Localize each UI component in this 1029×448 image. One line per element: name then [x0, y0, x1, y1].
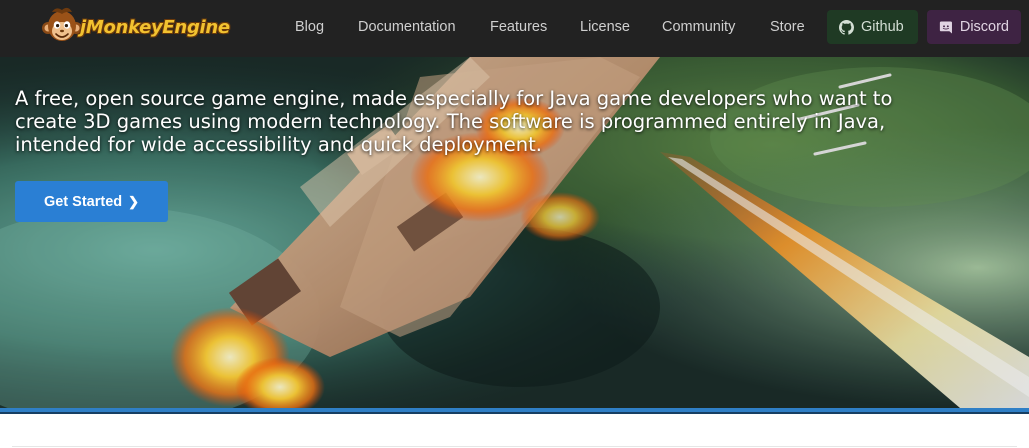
- discord-button[interactable]: Discord: [927, 10, 1021, 44]
- nav-link-license[interactable]: License: [580, 0, 630, 57]
- github-button[interactable]: Github: [827, 10, 918, 44]
- hero-banner: A free, open source game engine, made es…: [0, 57, 1029, 408]
- github-icon: [839, 19, 854, 35]
- discord-icon: [939, 20, 952, 34]
- chevron-right-icon: ❯: [128, 193, 140, 209]
- get-started-label: Get Started: [43, 193, 123, 210]
- nav-link-community[interactable]: Community: [662, 0, 735, 57]
- content-divider: [12, 446, 1017, 447]
- content-area: [0, 414, 1029, 448]
- nav-link-documentation[interactable]: Documentation: [358, 0, 456, 57]
- hero-tagline: A free, open source game engine, made es…: [15, 87, 893, 156]
- monkey-logo-icon: [42, 7, 82, 41]
- get-started-button[interactable]: Get Started ❯: [15, 181, 168, 222]
- github-button-label: Github: [861, 19, 904, 35]
- discord-button-label: Discord: [959, 19, 1009, 35]
- nav-link-blog[interactable]: Blog: [295, 0, 324, 57]
- nav-link-store[interactable]: Store: [770, 0, 805, 57]
- top-navbar: jMonkeyEngine Blog Documentation Feature…: [0, 0, 1029, 57]
- brand-name: jMonkeyEngine: [80, 16, 230, 38]
- nav-link-features[interactable]: Features: [490, 0, 547, 57]
- brand-home-link[interactable]: jMonkeyEngine: [38, 4, 230, 50]
